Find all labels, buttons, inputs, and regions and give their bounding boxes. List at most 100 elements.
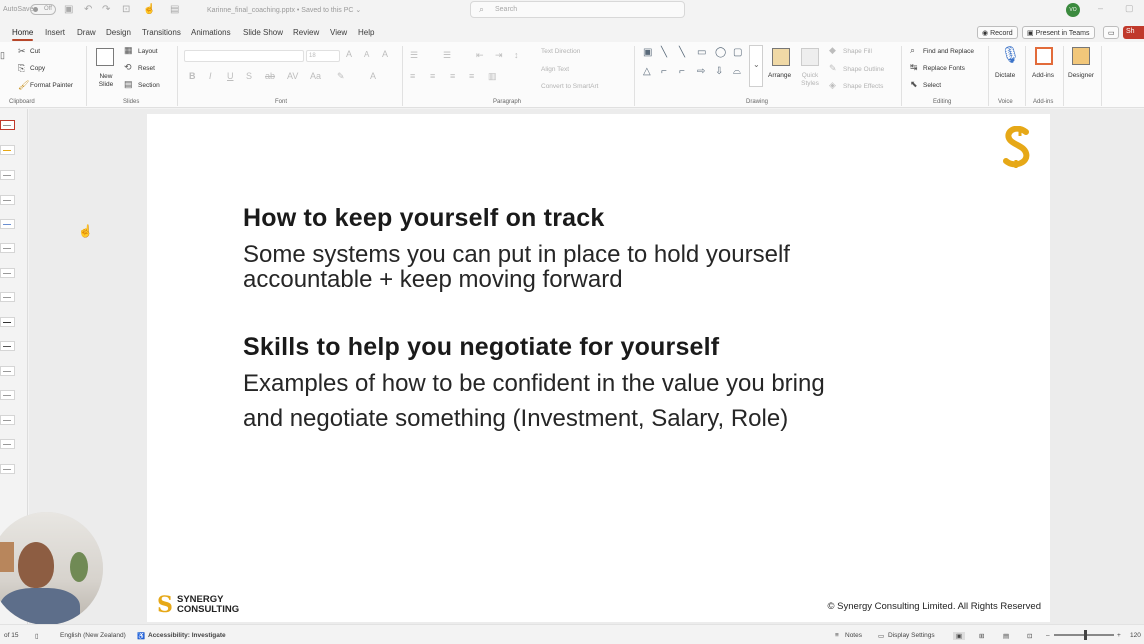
slide-thumbnail[interactable] — [0, 439, 15, 449]
zoom-out-icon[interactable]: – — [1046, 632, 1050, 639]
reading-view-icon[interactable]: ▤ — [1003, 632, 1009, 640]
font-color-icon[interactable]: A — [370, 71, 376, 81]
avatar[interactable]: VO — [1066, 3, 1080, 17]
select-button[interactable]: Select — [923, 82, 941, 89]
slide-sorter-icon[interactable]: ⊞ — [979, 632, 984, 640]
strikethrough-icon[interactable]: ab — [265, 71, 275, 81]
new-slide-icon[interactable] — [96, 48, 114, 66]
tab-animations[interactable]: Animations — [191, 28, 231, 37]
font-name-combo[interactable] — [184, 50, 304, 62]
justify-icon[interactable]: ≡ — [469, 71, 474, 81]
comments-button[interactable]: ▭ — [1103, 26, 1119, 39]
tab-view[interactable]: View — [330, 28, 347, 37]
tab-draw[interactable]: Draw — [77, 28, 96, 37]
slide-body-2-line-2[interactable]: and negotiate something (Investment, Sal… — [243, 406, 788, 431]
textbox-shape-icon[interactable]: ▣ — [643, 47, 652, 58]
notes-button[interactable]: Notes — [845, 632, 862, 639]
font-size-combo[interactable]: 18 — [306, 50, 340, 62]
shrink-font-icon[interactable]: A — [364, 50, 369, 59]
columns-icon[interactable]: ▥ — [488, 71, 497, 82]
zoom-level[interactable]: 120 — [1130, 632, 1141, 639]
slide-thumbnail[interactable] — [0, 219, 15, 229]
shapes-more-button[interactable]: ⌄ — [749, 45, 763, 87]
align-right-icon[interactable]: ≡ — [450, 71, 455, 81]
line-shape-icon[interactable]: ╲ — [679, 47, 685, 58]
addins-button[interactable]: Add-ins — [1032, 72, 1054, 79]
tab-help[interactable]: Help — [358, 28, 374, 37]
triangle-shape-icon[interactable]: △ — [643, 66, 651, 77]
shape-fill-button[interactable]: Shape Fill — [843, 48, 872, 55]
quick-styles-icon[interactable] — [801, 48, 819, 66]
zoom-slider[interactable] — [1054, 630, 1114, 640]
slide-thumbnail[interactable] — [0, 390, 15, 400]
record-button[interactable]: ◉ Record — [977, 26, 1018, 39]
shapes-gallery[interactable]: ▣ ╲ ╲ ▭ ◯ ▢ △ ⌐ ⌐ ⇨ ⇩ ⌓ ⌄ — [639, 45, 763, 87]
tab-insert[interactable]: Insert — [45, 28, 65, 37]
undo-icon[interactable]: ↶ — [84, 4, 92, 15]
cut-button[interactable]: Cut — [30, 48, 40, 55]
replace-fonts-button[interactable]: Replace Fonts — [923, 65, 965, 72]
slide-show-icon[interactable]: ⊡ — [1027, 632, 1032, 640]
slide-thumbnail[interactable] — [0, 317, 15, 327]
slide-thumbnail[interactable] — [0, 341, 15, 351]
layout-button[interactable]: Layout — [138, 48, 158, 55]
tab-design[interactable]: Design — [106, 28, 131, 37]
tab-home[interactable]: Home — [12, 28, 34, 41]
addins-icon[interactable] — [1035, 47, 1053, 65]
share-button[interactable]: Sh — [1123, 26, 1144, 39]
slide-body-2-line-1[interactable]: Examples of how to be confident in the v… — [243, 371, 825, 396]
spellcheck-icon[interactable]: ▯ — [35, 632, 39, 640]
format-painter-button[interactable]: Format Painter — [30, 82, 73, 89]
arrange-button[interactable]: Arrange — [768, 72, 791, 79]
arrow-down-shape-icon[interactable]: ⇩ — [715, 66, 723, 77]
slide-thumbnail[interactable] — [0, 268, 15, 278]
text-direction-button[interactable]: Text Direction — [541, 48, 580, 55]
designer-icon[interactable] — [1072, 47, 1090, 65]
slide-thumbnail[interactable] — [0, 145, 15, 155]
zoom-slider-handle[interactable] — [1084, 630, 1087, 640]
microphone-icon[interactable]: 🎙 — [1000, 45, 1020, 65]
highlight-icon[interactable]: ✎ — [337, 71, 345, 82]
customize-toolbar-icon[interactable]: ▤ — [170, 4, 179, 15]
line-shape-icon[interactable]: ╲ — [661, 47, 667, 58]
character-spacing-icon[interactable]: AV — [287, 71, 298, 81]
slide-heading-1[interactable]: How to keep yourself on track — [243, 204, 604, 233]
redo-icon[interactable]: ↷ — [102, 4, 110, 15]
bold-icon[interactable]: B — [189, 71, 196, 81]
copy-button[interactable]: Copy — [30, 65, 45, 72]
arrow-right-shape-icon[interactable]: ⇨ — [697, 66, 705, 77]
touch-mode-icon[interactable]: ☝ — [143, 4, 155, 15]
present-from-start-icon[interactable]: ⊡ — [122, 4, 130, 15]
slide-thumbnail[interactable] — [0, 292, 15, 302]
autosave-toggle[interactable]: Off — [30, 4, 56, 15]
rounded-rectangle-shape-icon[interactable]: ▢ — [733, 47, 742, 58]
connector-shape-icon[interactable]: ⌐ — [661, 66, 667, 77]
minimize-icon[interactable]: – — [1098, 3, 1103, 13]
designer-button[interactable]: Designer — [1068, 72, 1094, 79]
bullets-icon[interactable]: ☰ — [410, 50, 418, 61]
tab-transitions[interactable]: Transitions — [142, 28, 181, 37]
clear-formatting-icon[interactable]: A — [382, 49, 388, 59]
dictate-button[interactable]: Dictate — [995, 72, 1015, 79]
slide-thumbnail[interactable] — [0, 120, 15, 130]
grow-font-icon[interactable]: A — [346, 49, 352, 59]
accessibility-status[interactable]: Accessibility: Investigate — [148, 632, 226, 639]
reset-button[interactable]: Reset — [138, 65, 155, 72]
paste-icon[interactable]: ▯ — [0, 50, 5, 61]
find-replace-button[interactable]: Find and Replace — [923, 48, 974, 55]
convert-smartart-button[interactable]: Convert to SmartArt — [541, 83, 598, 90]
shadow-icon[interactable]: S — [246, 71, 252, 81]
display-settings-button[interactable]: Display Settings — [888, 632, 935, 639]
zoom-in-icon[interactable]: + — [1117, 632, 1121, 639]
underline-icon[interactable]: U — [227, 71, 234, 81]
section-button[interactable]: Section — [138, 82, 160, 89]
decrease-indent-icon[interactable]: ⇤ — [476, 50, 484, 61]
file-name[interactable]: Karinne_final_coaching.pptx • Saved to t… — [207, 6, 361, 14]
align-left-icon[interactable]: ≡ — [410, 71, 415, 81]
language-indicator[interactable]: English (New Zealand) — [60, 632, 126, 639]
slide-thumbnail[interactable] — [0, 366, 15, 376]
slide-thumbnail[interactable] — [0, 464, 15, 474]
slide-thumbnail[interactable] — [0, 170, 15, 180]
shape-outline-button[interactable]: Shape Outline — [843, 66, 884, 73]
search-input[interactable]: ⌕ Search — [470, 1, 685, 18]
